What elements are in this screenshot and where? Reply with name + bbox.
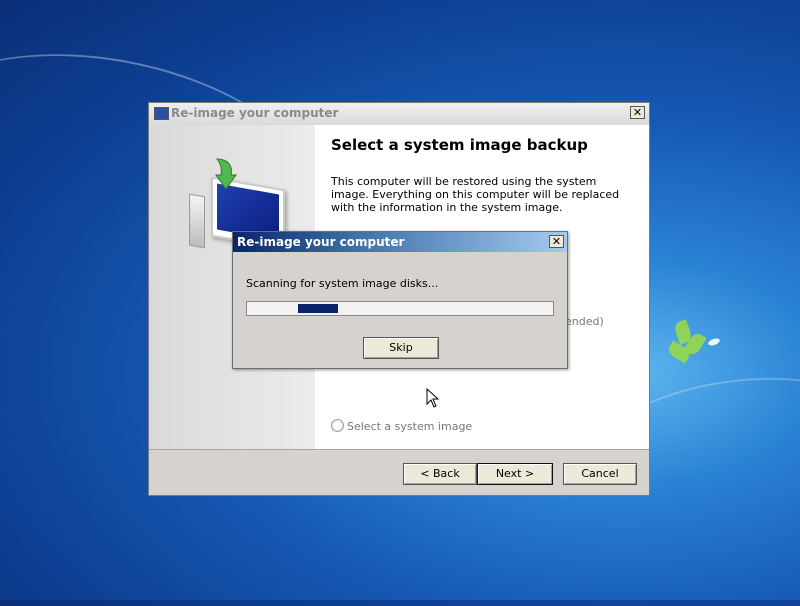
cancel-button[interactable]: Cancel bbox=[563, 463, 637, 485]
close-icon[interactable]: ✕ bbox=[549, 235, 564, 248]
mouse-cursor-icon bbox=[426, 388, 440, 408]
next-button[interactable]: Next > bbox=[477, 463, 553, 485]
dialog-title: Re-image your computer bbox=[237, 235, 405, 249]
close-icon[interactable]: ✕ bbox=[630, 106, 645, 119]
progress-fill bbox=[298, 304, 338, 313]
back-button[interactable]: < Back bbox=[403, 463, 477, 485]
window-titlebar[interactable]: Re-image your computer ✕ bbox=[149, 103, 649, 126]
select-system-image-radio[interactable] bbox=[331, 419, 344, 432]
select-system-image-label[interactable]: Select a system image bbox=[347, 420, 472, 433]
window-title: Re-image your computer bbox=[171, 106, 339, 120]
scanning-message: Scanning for system image disks... bbox=[246, 277, 439, 290]
skip-button[interactable]: Skip bbox=[363, 337, 439, 359]
computer-tower bbox=[189, 193, 205, 249]
app-icon bbox=[154, 107, 169, 120]
scan-progress-bar bbox=[246, 301, 554, 316]
desktop-bird-logo bbox=[665, 315, 728, 370]
latest-image-option-label: ended) bbox=[565, 315, 604, 328]
restore-arrow-icon bbox=[215, 158, 237, 190]
wizard-footer: < Back Next > Cancel bbox=[149, 449, 649, 495]
dialog-titlebar[interactable]: Re-image your computer ✕ bbox=[233, 232, 567, 252]
scanning-dialog: Re-image your computer ✕ Scanning for sy… bbox=[232, 231, 568, 369]
page-title: Select a system image backup bbox=[331, 136, 588, 154]
page-description: This computer will be restored using the… bbox=[331, 175, 620, 214]
